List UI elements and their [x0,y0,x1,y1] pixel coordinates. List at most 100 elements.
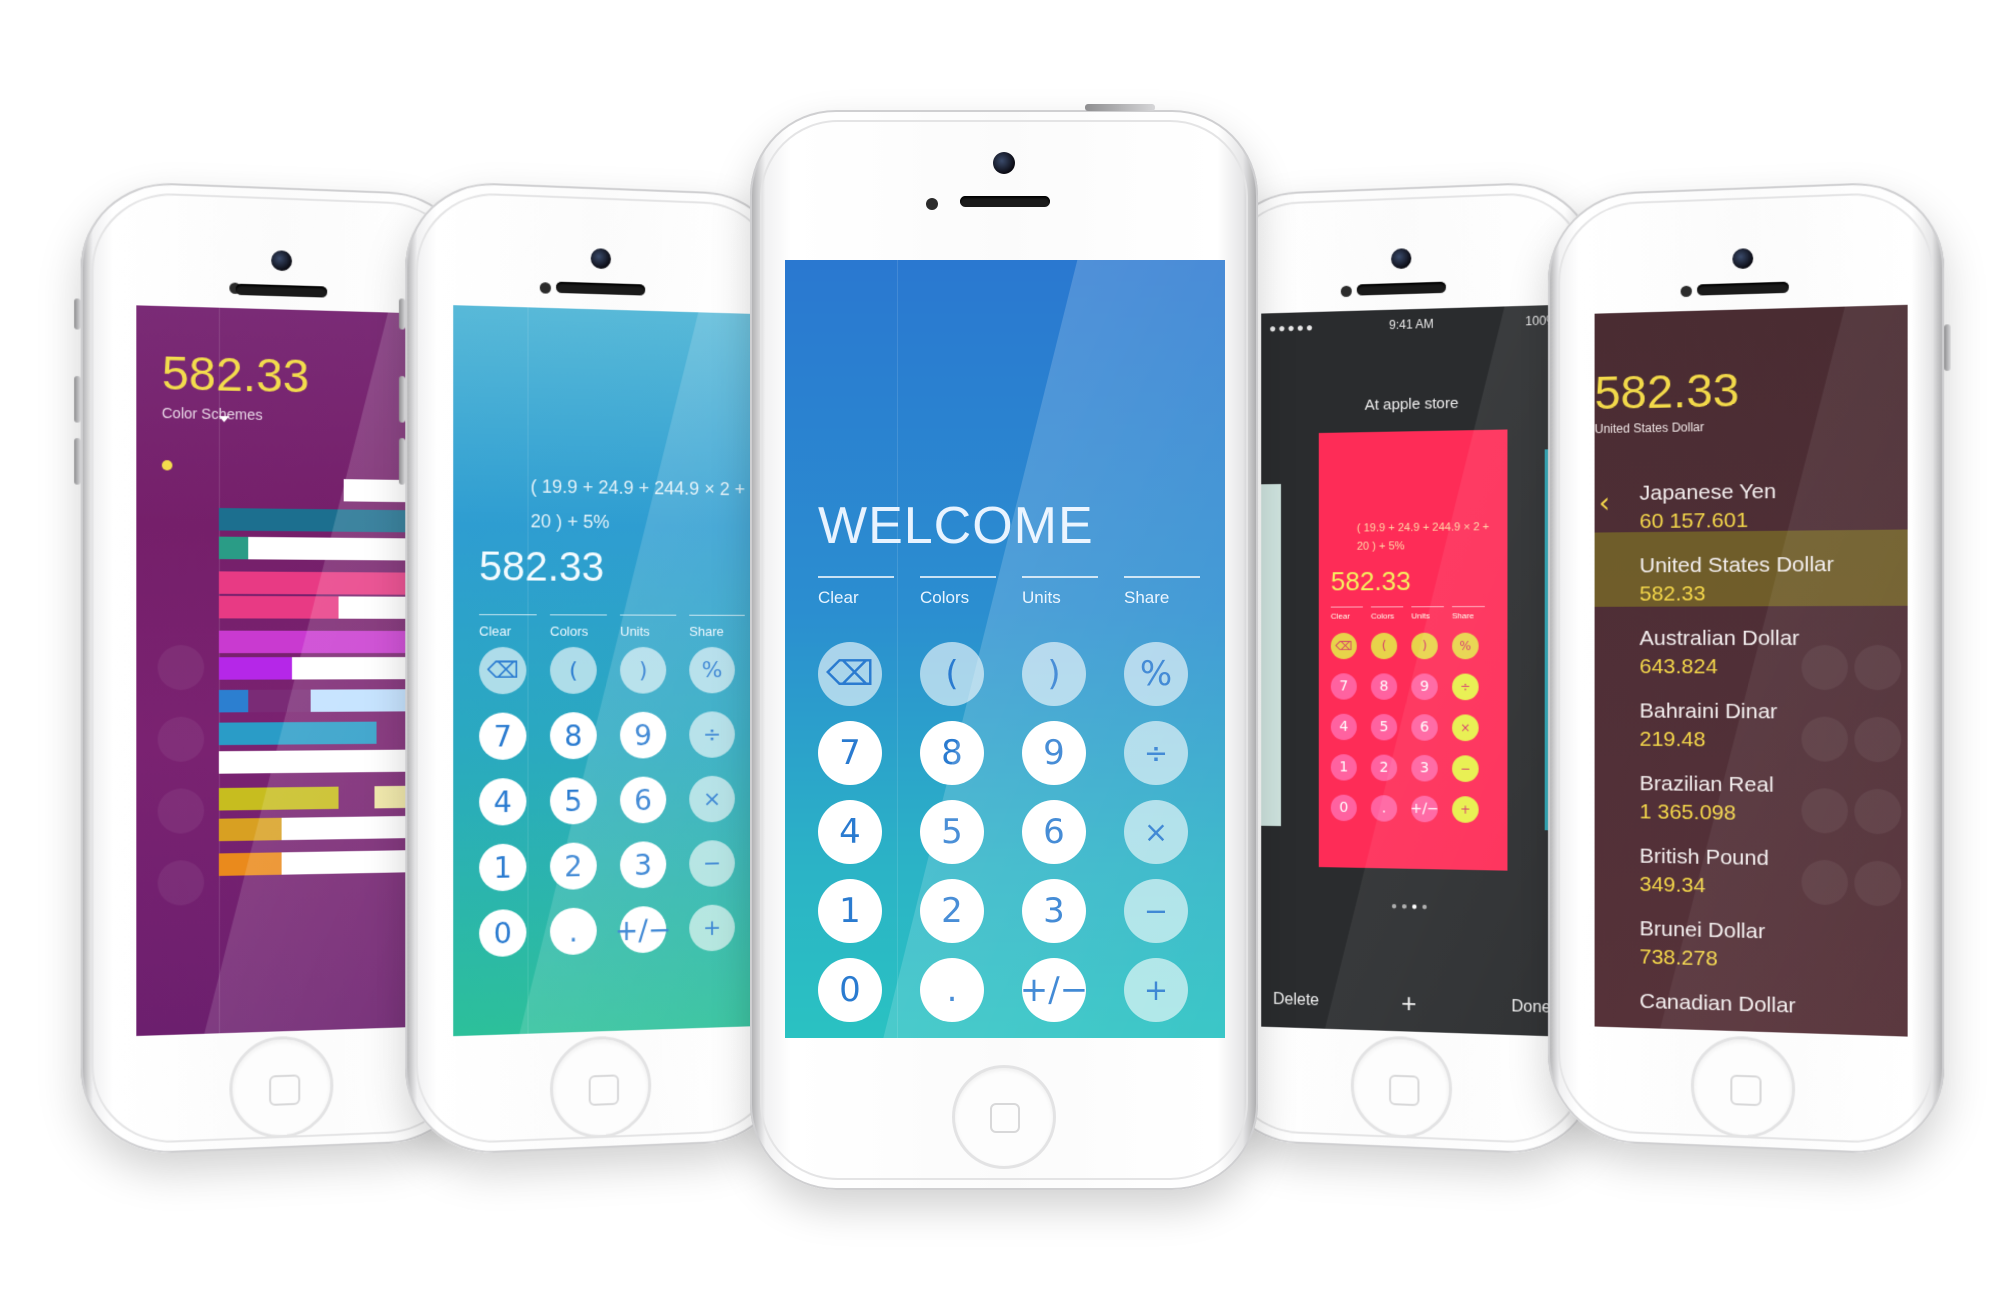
key-4[interactable]: 4 [818,800,882,864]
key-6[interactable]: 6 [1022,800,1086,864]
decimal-key[interactable]: . [1371,795,1397,822]
currency-name[interactable]: British Pound [1639,845,1768,872]
minus-key[interactable]: − [1124,879,1188,943]
multiply-key[interactable]: × [1124,800,1188,864]
percent-key[interactable]: % [1452,633,1479,660]
key-3[interactable]: 3 [1411,755,1437,782]
welcome-screen: WELCOME Clear Colors Units Share ⌫()% 7 8 9… [785,260,1225,1038]
key-0[interactable]: 0 [479,909,526,957]
tab-colors[interactable]: Colors [550,614,607,639]
close-paren-key[interactable]: ) [1022,642,1086,706]
tab-clear[interactable]: Clear [818,576,894,608]
open-paren-key[interactable]: ( [1371,633,1397,659]
multiply-key[interactable]: × [689,776,735,823]
tab-colors[interactable]: Colors [920,576,996,608]
key-9[interactable]: 9 [1411,673,1437,700]
tab-share[interactable]: Share [689,615,745,639]
key-0[interactable]: 0 [1331,795,1357,822]
currency-name[interactable]: Brazilian Real [1639,772,1773,798]
percent-key[interactable]: % [1124,642,1188,706]
key-3[interactable]: 3 [620,841,666,888]
close-paren-key[interactable]: ) [1411,633,1437,660]
backspace-icon[interactable]: ⌫ [479,647,526,694]
key-8[interactable]: 8 [920,721,984,785]
keypad: ⌫()% 7 8 9 ÷ 4 5 6 × 1 2 3−0. +∕− + [453,305,756,314]
key-8[interactable]: 8 [550,712,597,759]
key-6[interactable]: 6 [1411,714,1437,741]
key-2[interactable]: 2 [920,879,984,943]
backspace-icon[interactable]: ⌫ [1331,633,1357,659]
multiply-key[interactable]: × [1452,714,1479,741]
home-button[interactable] [1691,1035,1795,1141]
key-2[interactable]: 2 [1371,754,1397,781]
currency-name[interactable]: Canadian Dollar [1639,990,1795,1019]
minus-key[interactable]: − [689,840,735,887]
key-7[interactable]: 7 [479,712,526,760]
decimal-key[interactable]: . [920,958,984,1022]
plus-key[interactable]: + [689,904,735,951]
earpiece-speaker [556,282,645,296]
done-button[interactable]: Done [1511,998,1551,1018]
key-5[interactable]: 5 [920,800,984,864]
key-1[interactable]: 1 [479,843,526,891]
currency-name[interactable]: Brunei Dollar [1639,917,1765,944]
decimal-key[interactable]: . [550,907,597,955]
key-9[interactable]: 9 [1022,721,1086,785]
delete-button[interactable]: Delete [1273,991,1319,1011]
tab-units[interactable]: Units [620,615,676,639]
home-button[interactable] [952,1065,1056,1169]
sign-toggle-key[interactable]: +∕− [1411,796,1437,823]
current-unit: United States Dollar [1595,420,1704,436]
tab-share[interactable]: Share [1124,576,1200,608]
divide-key[interactable]: ÷ [689,711,735,758]
sign-toggle-key[interactable]: +∕− [620,906,666,954]
currency-name[interactable]: Japanese Yen [1639,480,1776,506]
page-indicator: ●●●● [1261,898,1565,916]
sensor-dot [926,198,938,210]
key-5[interactable]: 5 [550,777,597,824]
sheet-card[interactable]: ( 19.9 + 24.9 + 244.9 × 2 + 20 ) + 5% 58… [1319,429,1508,870]
key-1[interactable]: 1 [818,879,882,943]
result-display: 582.33 [1331,566,1411,598]
key-9[interactable]: 9 [620,712,666,759]
key-7[interactable]: 7 [1331,673,1357,699]
home-button[interactable] [550,1035,651,1141]
key-0[interactable]: 0 [818,958,882,1022]
page-dot-icon [162,460,173,470]
home-button[interactable] [229,1035,333,1141]
open-paren-key[interactable]: ( [550,647,597,694]
key-8[interactable]: 8 [1371,673,1397,699]
key-7[interactable]: 7 [818,721,882,785]
expression: ( 19.9 + 24.9 + 244.9 × 2 + 20 ) + 5% [1357,518,1499,556]
prev-sheet-card[interactable] [1261,484,1281,826]
tab-clear[interactable]: Clear [479,614,537,639]
key-4[interactable]: 4 [1331,714,1357,740]
plus-key[interactable]: + [1124,958,1188,1022]
backspace-icon[interactable]: ⌫ [818,642,882,706]
sign-toggle-key[interactable]: +∕− [1022,958,1086,1022]
close-paren-key[interactable]: ) [620,647,666,694]
plus-key[interactable]: + [1452,796,1479,823]
back-chevron-icon[interactable]: ‹ [1599,486,1610,519]
currency-name[interactable]: Bahraini Dinar [1639,699,1777,724]
key-1[interactable]: 1 [1331,754,1357,781]
divide-key[interactable]: ÷ [1124,721,1188,785]
currency-name[interactable]: United States Dollar [1639,553,1833,579]
open-paren-key[interactable]: ( [920,642,984,706]
key-2[interactable]: 2 [550,842,597,890]
phone-welcome: WELCOME Clear Colors Units Share ⌫()% 7 8 9… [750,110,1258,1190]
front-camera-icon [271,250,292,271]
home-button[interactable] [1351,1035,1452,1141]
mute-switch [74,298,80,329]
tab-units[interactable]: Units [1022,576,1098,608]
percent-key[interactable]: % [689,647,735,693]
add-sheet-button[interactable]: + [1401,988,1416,1020]
currency-name[interactable]: Australian Dollar [1639,627,1799,652]
key-3[interactable]: 3 [1022,879,1086,943]
key-5[interactable]: 5 [1371,714,1397,741]
key-4[interactable]: 4 [479,778,526,826]
divide-key[interactable]: ÷ [1452,674,1479,701]
front-camera-icon [591,248,611,269]
minus-key[interactable]: − [1452,755,1479,782]
key-6[interactable]: 6 [620,776,666,823]
